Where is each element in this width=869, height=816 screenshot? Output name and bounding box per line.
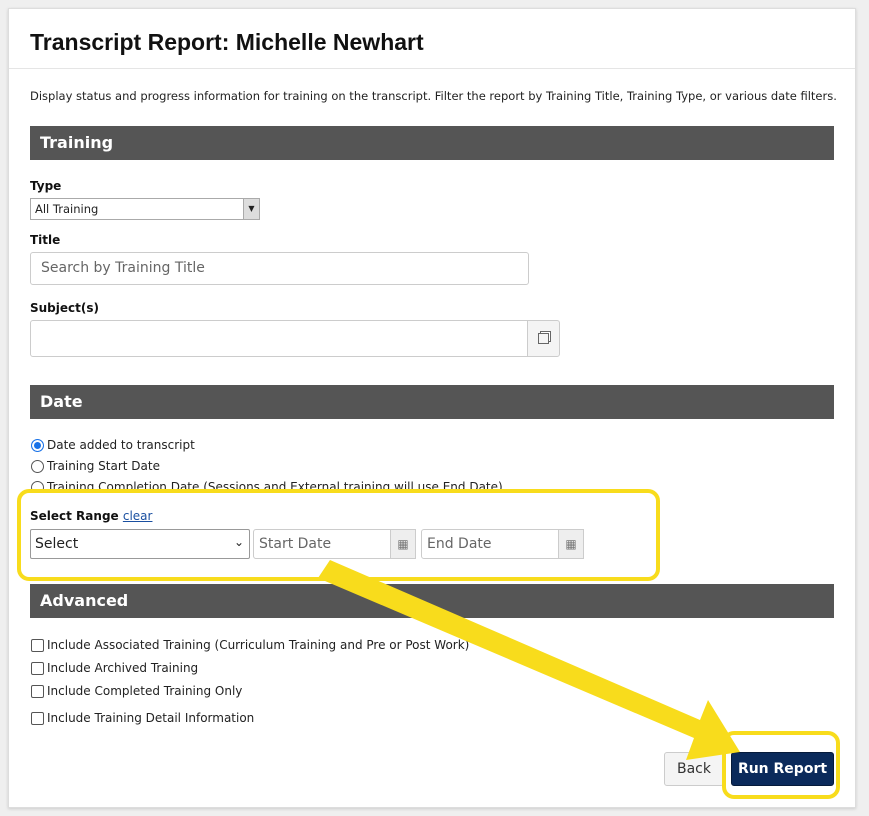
arrow-annotation bbox=[318, 560, 740, 760]
arrow-icon bbox=[318, 560, 740, 760]
